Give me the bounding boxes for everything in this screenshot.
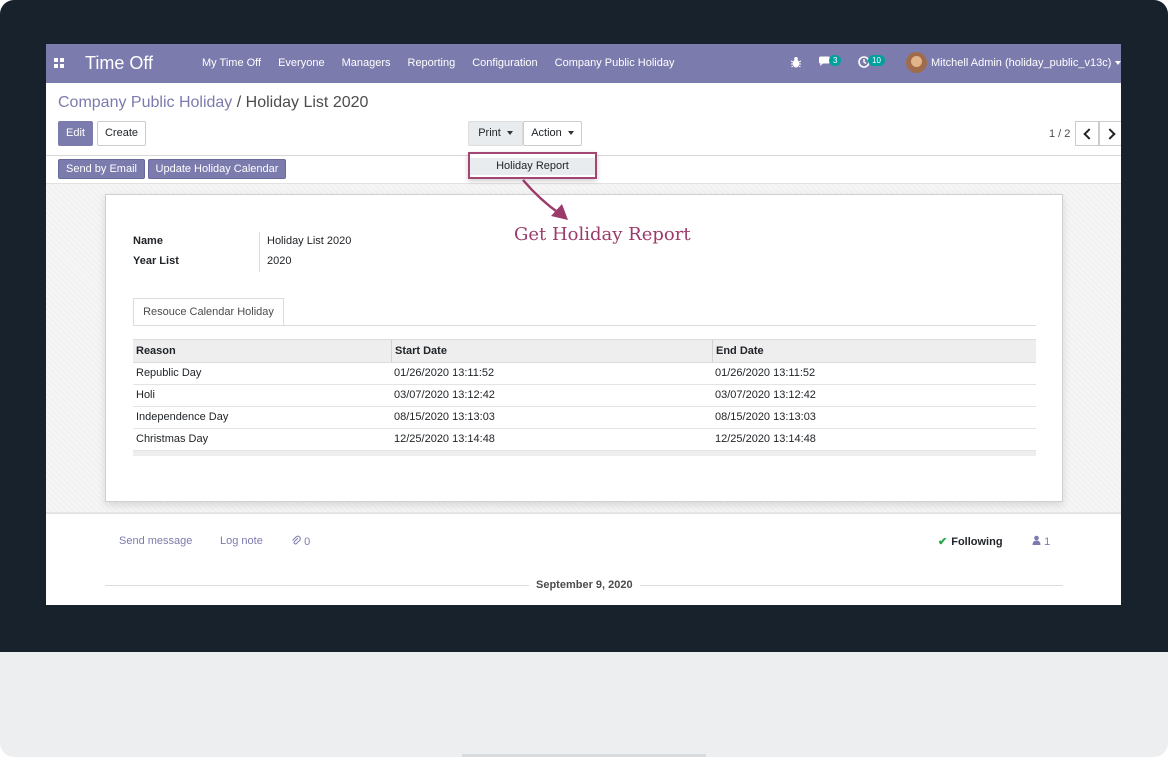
user-menu-caret-icon[interactable] [1115, 61, 1121, 65]
annotation-text: Get Holiday Report [514, 224, 691, 245]
monitor-stand [0, 652, 1168, 757]
cell-end-date: 03/07/2020 13:12:42 [715, 389, 816, 401]
send-message-button[interactable]: Send message [119, 535, 192, 547]
cell-start-date: 08/15/2020 13:13:03 [394, 411, 495, 423]
chatter-divider [46, 512, 1121, 513]
print-caret-icon [506, 131, 513, 136]
breadcrumb-parent-link[interactable]: Company Public Holiday [58, 94, 232, 111]
table-row[interactable]: Republic Day 01/26/2020 13:11:52 01/26/2… [133, 363, 1036, 385]
menu-company-public-holiday[interactable]: Company Public Holiday [555, 44, 675, 83]
menu-my-time-off[interactable]: My Time Off [202, 44, 261, 83]
holiday-table: Reason Start Date End Date Republic Day … [133, 339, 1036, 456]
name-field-label: Name [133, 235, 163, 247]
paperclip-icon [292, 535, 301, 545]
table-footer [133, 451, 1036, 456]
table-header: Reason Start Date End Date [133, 339, 1036, 363]
app-title[interactable]: Time Off [85, 53, 153, 74]
menu-reporting[interactable]: Reporting [408, 44, 456, 83]
cell-end-date: 12/25/2020 13:14:48 [715, 433, 816, 445]
cell-end-date: 01/26/2020 13:11:52 [715, 367, 816, 379]
table-row[interactable]: Independence Day 08/15/2020 13:13:03 08/… [133, 407, 1036, 429]
apps-grid-icon[interactable] [54, 58, 65, 69]
tab-underline [133, 325, 1036, 326]
chevron-left-icon [1083, 128, 1095, 140]
tab-resource-calendar-holiday[interactable]: Resouce Calendar Holiday [133, 298, 284, 326]
table-row[interactable]: Holi 03/07/2020 13:12:42 03/07/2020 13:1… [133, 385, 1036, 407]
log-note-button[interactable]: Log note [220, 535, 263, 547]
top-navbar: Time Off My Time Off Everyone Managers R… [46, 44, 1121, 83]
print-button-label: Print [478, 127, 501, 139]
year-list-field-value: 2020 [267, 255, 292, 267]
breadcrumb-separator: / [236, 94, 242, 111]
table-row[interactable]: Christmas Day 12/25/2020 13:14:48 12/25/… [133, 429, 1036, 451]
activities-clock-icon[interactable]: 10 [858, 55, 885, 94]
user-menu-name[interactable]: Mitchell Admin (holiday_public_v13c) [931, 57, 1111, 69]
pager-previous-button[interactable] [1075, 121, 1099, 146]
breadcrumb-current: Holiday List 2020 [245, 94, 369, 111]
app-screen: Time Off My Time Off Everyone Managers R… [46, 44, 1121, 605]
date-separator-label: September 9, 2020 [529, 579, 640, 591]
messages-icon[interactable]: 3 [818, 55, 842, 94]
messages-badge: 3 [829, 55, 842, 66]
attachments-button[interactable]: 0 [291, 535, 310, 548]
action-caret-icon [567, 131, 574, 136]
menu-configuration[interactable]: Configuration [472, 44, 537, 83]
main-menu: My Time Off Everyone Managers Reporting … [202, 44, 691, 83]
field-column-divider [259, 232, 260, 272]
create-button[interactable]: Create [97, 121, 146, 146]
cell-reason: Republic Day [136, 367, 202, 379]
year-list-field-label: Year List [133, 255, 179, 267]
chevron-right-icon [1104, 128, 1116, 140]
pager-value[interactable]: 1 / 2 [1049, 128, 1070, 140]
cell-reason: Christmas Day [136, 433, 209, 445]
cell-start-date: 01/26/2020 13:11:52 [394, 367, 495, 379]
column-header-start-date[interactable]: Start Date [391, 340, 712, 362]
cell-reason: Holi [136, 389, 155, 401]
cell-start-date: 03/07/2020 13:12:42 [394, 389, 495, 401]
debug-bug-icon[interactable] [790, 56, 802, 95]
check-icon: ✔ [938, 536, 948, 548]
edit-button[interactable]: Edit [58, 121, 93, 146]
print-dropdown-button[interactable]: Print [468, 121, 523, 146]
annotation-arrow-icon [522, 179, 568, 220]
update-holiday-calendar-button[interactable]: Update Holiday Calendar [148, 159, 286, 179]
pager-next-button[interactable] [1099, 121, 1121, 146]
attachments-count: 0 [304, 536, 311, 548]
cell-end-date: 08/15/2020 13:13:03 [715, 411, 816, 423]
action-dropdown-button[interactable]: Action [523, 121, 582, 146]
menu-everyone[interactable]: Everyone [278, 44, 324, 83]
user-avatar[interactable] [906, 52, 927, 73]
send-by-email-button[interactable]: Send by Email [58, 159, 145, 179]
followers-count: 1 [1044, 536, 1051, 548]
action-button-label: Action [531, 127, 562, 139]
user-icon [1032, 535, 1041, 545]
menu-managers[interactable]: Managers [342, 44, 391, 83]
following-label: Following [951, 536, 1003, 548]
activities-badge: 10 [868, 55, 885, 66]
cell-start-date: 12/25/2020 13:14:48 [394, 433, 495, 445]
column-header-reason[interactable]: Reason [133, 340, 391, 362]
column-header-end-date[interactable]: End Date [712, 340, 1036, 362]
followers-button[interactable]: 1 [1032, 535, 1050, 548]
name-field-value: Holiday List 2020 [267, 235, 352, 247]
cell-reason: Independence Day [136, 411, 229, 423]
holiday-report-menu-item[interactable]: Holiday Report [470, 158, 595, 175]
breadcrumb: Company Public Holiday / Holiday List 20… [58, 94, 368, 112]
following-button[interactable]: ✔ Following [938, 535, 1003, 548]
print-dropdown-menu: Holiday Report [468, 152, 597, 179]
